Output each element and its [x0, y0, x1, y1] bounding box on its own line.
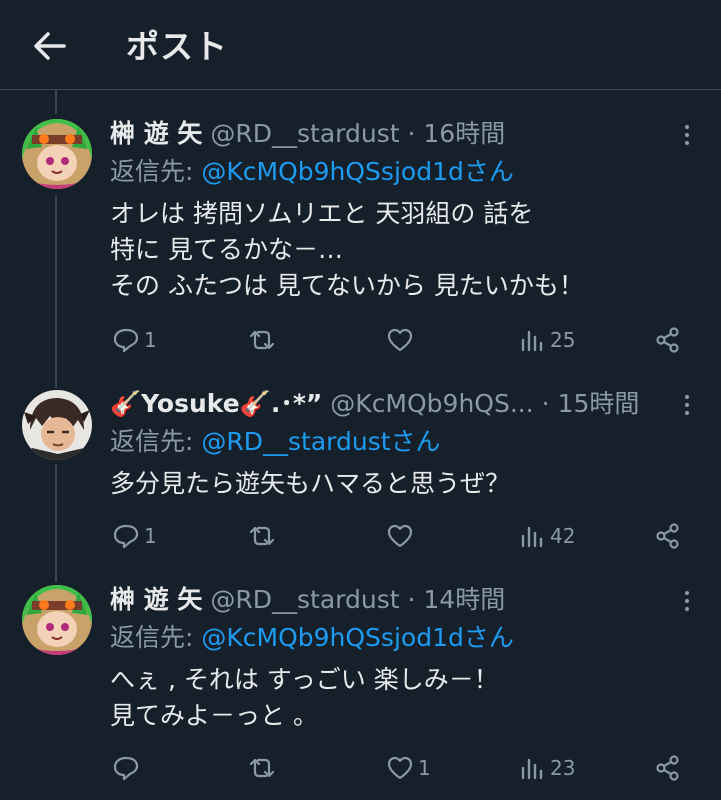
tweet-header: 🎸Yosuke🎸.･*” @KcMQb9hQS... · 15時間 — [110, 386, 661, 422]
reply-icon — [113, 328, 139, 353]
tweet[interactable]: 榊 遊 矢 @RD__stardust · 16時間 返信先: @KcMQb9h… — [0, 116, 721, 366]
share-icon — [656, 755, 679, 781]
reply-button[interactable]: 1 — [112, 320, 157, 360]
reply-prefix: 返信先: — [110, 623, 202, 652]
tweet-header: 榊 遊 矢 @RD__stardust · 16時間 — [110, 116, 661, 152]
reply-count: 1 — [144, 328, 157, 352]
share-icon — [656, 523, 679, 549]
heart-icon — [387, 524, 413, 548]
heart-icon — [387, 756, 413, 780]
reply-to-link[interactable]: @RD__stardustさん — [201, 427, 440, 456]
action-bar: 1 25 — [0, 320, 721, 360]
timestamp[interactable]: 15時間 — [558, 389, 640, 418]
tweet-line: その ふたつは 見てないから 見たいかも！ — [110, 271, 584, 300]
tweet-line: へぇ , それは すっごい 楽しみ－！ — [110, 665, 499, 694]
views-icon — [521, 330, 543, 352]
retweet-icon — [249, 526, 275, 546]
action-bar: 1 23 — [0, 748, 721, 788]
retweet-button[interactable] — [248, 748, 280, 788]
timestamp[interactable]: 16時間 — [423, 119, 505, 148]
header: ポスト — [0, 0, 721, 90]
tweet-text: 多分見たら遊矢もハマると思うぜ？ — [110, 466, 510, 502]
reply-button[interactable]: 1 — [112, 516, 157, 556]
thread-line — [55, 90, 57, 114]
tweet-text: へぇ , それは すっごい 楽しみ－！ 見てみよ－っと 。 — [110, 662, 499, 734]
avatar[interactable] — [22, 119, 92, 189]
like-button[interactable] — [386, 320, 418, 360]
reply-prefix: 返信先: — [110, 427, 202, 456]
display-name[interactable]: 🎸Yosuke🎸.･*” — [110, 389, 322, 418]
tweet-text: オレは 拷問ソムリエと 天羽組の 話を 特に 見てるかな－… その ふたつは 見… — [110, 196, 584, 304]
share-button[interactable] — [654, 748, 682, 788]
share-icon — [656, 327, 679, 353]
like-button[interactable]: 1 — [386, 748, 431, 788]
views-button[interactable]: 23 — [518, 748, 575, 788]
retweet-icon — [249, 330, 275, 350]
views-button[interactable]: 42 — [518, 516, 575, 556]
reply-icon — [113, 524, 139, 549]
share-button[interactable] — [654, 516, 682, 556]
views-button[interactable]: 25 — [518, 320, 575, 360]
views-icon — [521, 526, 543, 548]
retweet-icon — [249, 758, 275, 778]
views-count: 42 — [550, 524, 576, 548]
avatar[interactable] — [22, 585, 92, 655]
separator-dot: · — [407, 119, 416, 148]
reply-count: 1 — [144, 524, 157, 548]
tweet-line: 多分見たら遊矢もハマると思うぜ？ — [110, 469, 511, 498]
reply-context: 返信先: @RD__stardustさん — [110, 424, 441, 460]
views-count: 23 — [550, 756, 576, 780]
timestamp[interactable]: 14時間 — [423, 585, 505, 614]
page-title: ポスト — [126, 27, 228, 66]
reply-icon — [113, 756, 139, 781]
tweet-line: 見てみよ－っと 。 — [110, 701, 318, 730]
user-handle[interactable]: @RD__stardust — [210, 119, 399, 148]
tweet-header: 榊 遊 矢 @RD__stardust · 14時間 — [110, 582, 661, 618]
heart-icon — [387, 328, 413, 352]
separator-dot: · — [541, 389, 550, 418]
tweet-line: 特に 見てるかな－… — [110, 235, 343, 264]
more-vertical-icon[interactable] — [681, 392, 693, 418]
tweet[interactable]: 榊 遊 矢 @RD__stardust · 14時間 返信先: @KcMQb9h… — [0, 582, 721, 800]
reply-context: 返信先: @KcMQb9hQSsjod1dさん — [110, 620, 514, 656]
action-bar: 1 42 — [0, 516, 721, 556]
tweet-line: オレは 拷問ソムリエと 天羽組の 話を — [110, 199, 534, 228]
display-name[interactable]: 榊 遊 矢 — [110, 585, 202, 614]
retweet-button[interactable] — [248, 516, 280, 556]
like-count: 1 — [418, 756, 431, 780]
display-name[interactable]: 榊 遊 矢 — [110, 119, 202, 148]
arrow-left-icon[interactable] — [30, 26, 70, 66]
separator-dot: · — [407, 585, 416, 614]
tweet[interactable]: 🎸Yosuke🎸.･*” @KcMQb9hQS... · 15時間 返信先: @… — [0, 386, 721, 566]
more-vertical-icon[interactable] — [681, 122, 693, 148]
avatar[interactable] — [22, 390, 92, 460]
reply-button[interactable] — [112, 748, 144, 788]
user-handle[interactable]: @KcMQb9hQS... — [330, 389, 533, 418]
reply-context: 返信先: @KcMQb9hQSsjod1dさん — [110, 154, 514, 190]
views-count: 25 — [550, 328, 576, 352]
views-icon — [521, 758, 543, 780]
retweet-button[interactable] — [248, 320, 280, 360]
reply-to-link[interactable]: @KcMQb9hQSsjod1dさん — [201, 623, 513, 652]
like-button[interactable] — [386, 516, 418, 556]
user-handle[interactable]: @RD__stardust — [210, 585, 399, 614]
share-button[interactable] — [654, 320, 682, 360]
more-vertical-icon[interactable] — [681, 588, 693, 614]
reply-prefix: 返信先: — [110, 157, 202, 186]
reply-to-link[interactable]: @KcMQb9hQSsjod1dさん — [201, 157, 513, 186]
